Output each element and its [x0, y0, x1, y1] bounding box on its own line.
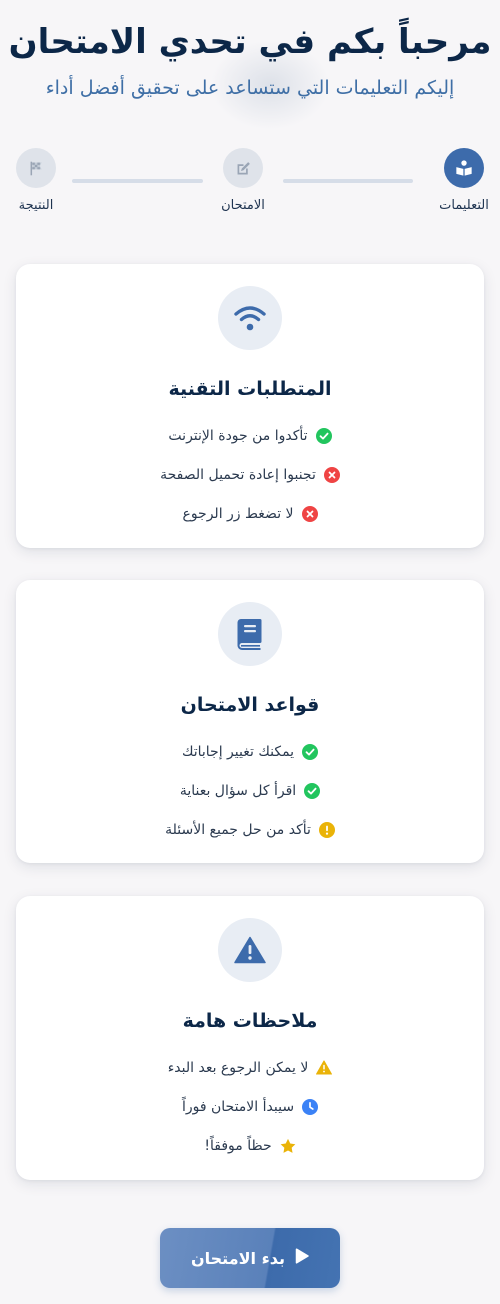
technical-requirements-card: المتطلبات التقنية تأكدوا من جودة الإنترن…: [16, 264, 484, 548]
card-title: المتطلبات التقنية: [168, 378, 332, 400]
book-icon: [218, 602, 282, 666]
step-instructions: التعليمات: [428, 148, 500, 213]
progress-stepper: التعليمات الامتحان النتيجة: [16, 148, 489, 218]
step-label: التعليمات: [439, 198, 489, 213]
page-subtitle: إليكم التعليمات التي ستساعد على تحقيق أف…: [45, 77, 455, 99]
step-label: الامتحان: [221, 198, 265, 213]
book-reader-icon: [444, 148, 484, 188]
list-item: تأكدوا من جودة الإنترنت: [16, 416, 484, 455]
wifi-icon: [218, 286, 282, 350]
item-text: يمكنك تغيير إجاباتك: [181, 743, 295, 760]
start-exam-button[interactable]: بدء الامتحان: [160, 1228, 340, 1288]
item-text: تجنبوا إعادة تحميل الصفحة: [160, 466, 316, 483]
check-circle-icon: [304, 782, 321, 799]
list-item: حظاً موفقاً!: [16, 1126, 484, 1165]
page-header: مرحباً بكم في تحدي الامتحان إليكم التعلي…: [0, 0, 500, 102]
item-text: حظاً موفقاً!: [204, 1137, 272, 1154]
x-circle-icon: [301, 505, 318, 522]
step-exam: الامتحان: [207, 148, 279, 213]
step-connector: [72, 179, 203, 183]
warning-triangle-icon: [316, 1060, 333, 1076]
exclamation-circle-icon: [318, 821, 335, 838]
step-connector: [283, 179, 413, 183]
page-title: مرحباً بكم في تحدي الامتحان: [8, 22, 492, 62]
item-text: سيبدأ الامتحان فوراً: [181, 1098, 295, 1115]
play-icon: [295, 1248, 309, 1268]
item-text: تأكدوا من جودة الإنترنت: [168, 427, 308, 444]
edit-icon: [223, 148, 263, 188]
list-item: تجنبوا إعادة تحميل الصفحة: [16, 455, 484, 494]
check-circle-icon: [302, 743, 319, 760]
star-icon: [280, 1138, 296, 1154]
list-item: يمكنك تغيير إجاباتك: [16, 732, 484, 771]
important-notes-card: ملاحظات هامة لا يمكن الرجوع بعد البدء سي…: [16, 896, 484, 1180]
checkered-flag-icon: [16, 148, 56, 188]
list-item: تأكد من حل جميع الأسئلة: [16, 810, 484, 849]
list-item: اقرأ كل سؤال بعناية: [16, 771, 484, 810]
item-text: اقرأ كل سؤال بعناية: [179, 782, 297, 799]
list-item: لا يمكن الرجوع بعد البدء: [16, 1048, 484, 1087]
item-text: لا تضغط زر الرجوع: [182, 505, 294, 522]
check-circle-icon: [315, 427, 332, 444]
x-circle-icon: [323, 466, 340, 483]
list-item: لا تضغط زر الرجوع: [16, 494, 484, 533]
card-title: قواعد الامتحان: [180, 694, 320, 716]
warning-icon: [218, 918, 282, 982]
start-exam-label: بدء الامتحان: [190, 1248, 286, 1268]
clock-icon: [302, 1098, 319, 1115]
list-item: سيبدأ الامتحان فوراً: [16, 1087, 484, 1126]
exam-rules-card: قواعد الامتحان يمكنك تغيير إجاباتك اقرأ …: [16, 580, 484, 863]
item-text: تأكد من حل جميع الأسئلة: [165, 821, 311, 838]
card-title: ملاحظات هامة: [182, 1010, 318, 1032]
step-label: النتيجة: [18, 198, 54, 213]
step-result: النتيجة: [0, 148, 72, 213]
item-text: لا يمكن الرجوع بعد البدء: [167, 1059, 309, 1076]
